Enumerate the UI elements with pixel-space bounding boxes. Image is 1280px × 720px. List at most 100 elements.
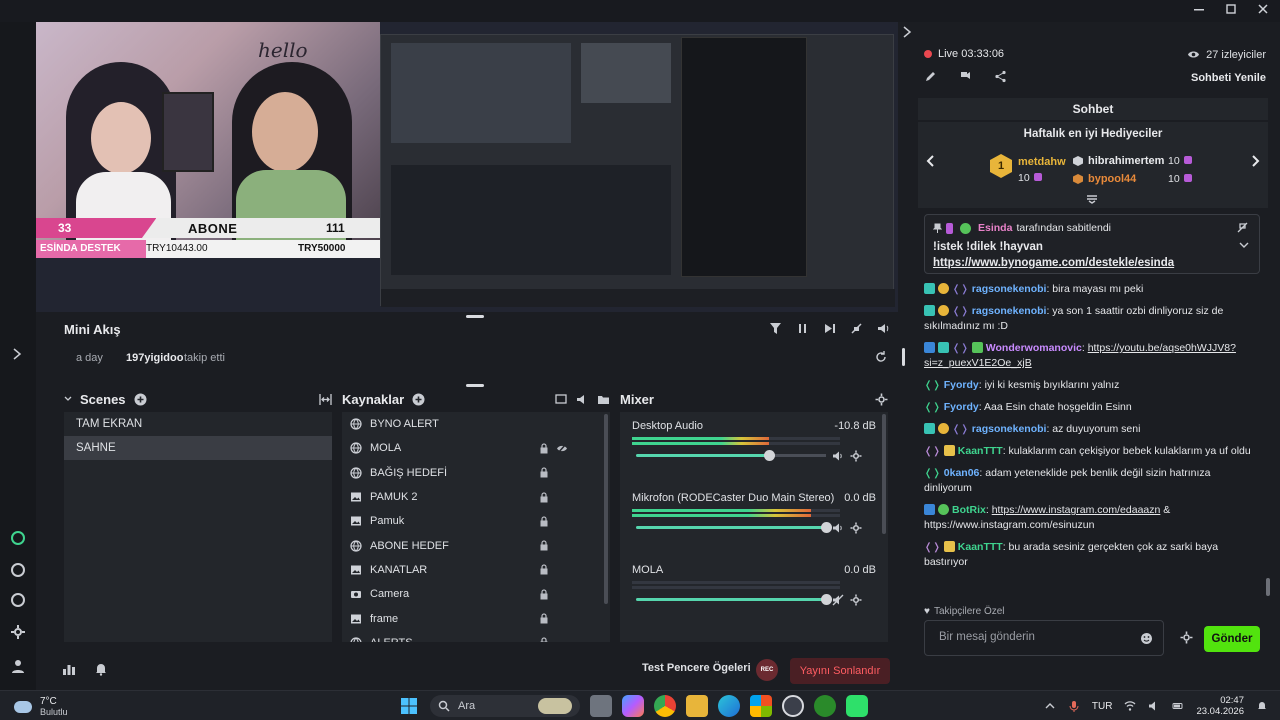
prev-arrow-icon[interactable] bbox=[924, 154, 938, 168]
folder-icon[interactable] bbox=[597, 393, 610, 406]
stats-icon[interactable] bbox=[62, 662, 76, 676]
collapse-icon[interactable] bbox=[64, 395, 72, 403]
volume-knob[interactable] bbox=[821, 522, 832, 533]
expand-pin-icon[interactable] bbox=[1239, 241, 1249, 249]
channel-settings-icon[interactable] bbox=[850, 594, 862, 606]
share-icon[interactable] bbox=[994, 70, 1007, 83]
close-icon[interactable] bbox=[1256, 2, 1270, 16]
minimize-icon[interactable] bbox=[1192, 2, 1206, 16]
add-scene-icon[interactable] bbox=[134, 393, 147, 406]
volume-slider[interactable] bbox=[636, 522, 832, 533]
volume-knob[interactable] bbox=[821, 594, 832, 605]
sources-scrollbar[interactable] bbox=[604, 414, 608, 604]
source-item[interactable]: ALERTS bbox=[342, 631, 610, 642]
stream-preview[interactable]: hello 33 ABONE 111 ESİNDA DESTEK TRY1044… bbox=[36, 22, 898, 312]
scene-item-active[interactable]: SAHNE bbox=[64, 436, 332, 460]
source-item[interactable]: MOLA bbox=[342, 436, 610, 460]
speaker-icon[interactable] bbox=[832, 522, 844, 534]
chat-username[interactable]: ragsonekenobi bbox=[972, 283, 1047, 295]
notifications-icon[interactable] bbox=[1256, 700, 1268, 712]
chat-username[interactable]: ragsonekenobi bbox=[972, 305, 1047, 317]
lock-icon[interactable] bbox=[539, 443, 549, 454]
record-button[interactable]: REC bbox=[756, 659, 778, 681]
tray-chevron-icon[interactable] bbox=[1044, 700, 1056, 712]
source-item[interactable]: BYNO ALERT bbox=[342, 412, 610, 436]
edit-icon[interactable] bbox=[924, 70, 937, 83]
store-icon[interactable] bbox=[750, 695, 772, 717]
chat-input[interactable] bbox=[939, 631, 1139, 643]
chat-username[interactable]: BotRix bbox=[952, 504, 986, 516]
wifi-icon[interactable] bbox=[1124, 700, 1136, 712]
hidden-eye-icon[interactable] bbox=[556, 443, 568, 454]
refresh-chat-button[interactable]: Sohbeti Yenile bbox=[1191, 72, 1266, 84]
unpin-icon[interactable] bbox=[1237, 222, 1248, 233]
notification-bell-icon[interactable] bbox=[94, 662, 108, 676]
file-explorer-icon[interactable] bbox=[686, 695, 708, 717]
pause-icon[interactable] bbox=[796, 322, 809, 335]
chat-username[interactable]: KaanTTT bbox=[958, 445, 1003, 457]
emoji-icon[interactable] bbox=[1140, 632, 1153, 645]
lock-icon[interactable] bbox=[539, 564, 549, 575]
start-icon[interactable] bbox=[398, 695, 420, 717]
source-item[interactable]: Camera bbox=[342, 582, 610, 606]
keyboard-language[interactable]: TUR bbox=[1092, 701, 1113, 712]
profile-icon[interactable] bbox=[10, 658, 26, 674]
plugin-icon[interactable] bbox=[10, 562, 26, 578]
pinned-by-user[interactable]: Esinda bbox=[978, 222, 1012, 234]
volume-icon[interactable] bbox=[877, 322, 890, 335]
weather-widget[interactable]: 7°C Bulutlu bbox=[14, 696, 68, 717]
settings-icon[interactable] bbox=[10, 624, 26, 640]
next-arrow-icon[interactable] bbox=[1248, 154, 1262, 168]
volume-slider[interactable] bbox=[636, 594, 832, 605]
channel-settings-icon[interactable] bbox=[850, 450, 862, 462]
taskbar-search[interactable]: Ara bbox=[430, 695, 580, 717]
source-layout-icon[interactable] bbox=[555, 393, 568, 406]
volume-slider[interactable] bbox=[636, 450, 826, 461]
mixer-settings-icon[interactable] bbox=[875, 393, 888, 406]
lock-icon[interactable] bbox=[539, 637, 549, 642]
expand-chevron-icon[interactable] bbox=[12, 348, 22, 360]
streaming-app-icon[interactable] bbox=[846, 695, 868, 717]
source-item[interactable]: frame bbox=[342, 606, 610, 630]
source-item[interactable]: BAĞIŞ HEDEFİ bbox=[342, 461, 610, 485]
lock-icon[interactable] bbox=[539, 467, 549, 478]
send-button[interactable]: Gönder bbox=[1204, 626, 1260, 652]
replay-icon[interactable] bbox=[874, 350, 888, 364]
chat-settings-icon[interactable] bbox=[1180, 631, 1193, 644]
obs-icon[interactable] bbox=[782, 695, 804, 717]
audio-source-icon[interactable] bbox=[576, 393, 589, 406]
vertical-resize-handle[interactable] bbox=[902, 348, 905, 366]
activity-item[interactable]: a day 197yigidoo takip etti bbox=[64, 348, 898, 368]
test-widgets-button[interactable]: Test Pencere Ögeleri bbox=[642, 662, 751, 674]
filter-icon[interactable] bbox=[769, 322, 782, 335]
extension-icon[interactable] bbox=[10, 592, 26, 608]
chat-username[interactable]: 0kan06 bbox=[944, 467, 980, 479]
chat-scrollbar[interactable] bbox=[1266, 578, 1270, 596]
collapse-gifters-icon[interactable] bbox=[1086, 194, 1098, 204]
chat-input-box[interactable] bbox=[924, 620, 1164, 656]
lock-icon[interactable] bbox=[539, 540, 549, 551]
lock-icon[interactable] bbox=[539, 491, 549, 503]
chat-username[interactable]: KaanTTT bbox=[958, 541, 1003, 553]
add-source-icon[interactable] bbox=[412, 393, 425, 406]
gifter-third-name[interactable]: bypool44 bbox=[1088, 173, 1136, 185]
chrome-icon[interactable] bbox=[654, 695, 676, 717]
channel-settings-icon[interactable] bbox=[850, 522, 862, 534]
scene-item[interactable]: TAM EKRAN bbox=[64, 412, 332, 436]
chat-username[interactable]: ragsonekenobi bbox=[972, 423, 1047, 435]
muted-speaker-icon[interactable] bbox=[832, 594, 844, 606]
chat-username[interactable]: Wonderwomanovic bbox=[986, 342, 1082, 354]
integration-icon[interactable] bbox=[10, 530, 26, 546]
volume-knob[interactable] bbox=[764, 450, 775, 461]
gifter-second-name[interactable]: hibrahimertem bbox=[1088, 155, 1164, 167]
panel-resize-handle[interactable] bbox=[466, 384, 484, 387]
lock-icon[interactable] bbox=[539, 589, 549, 600]
edge-icon[interactable] bbox=[718, 695, 740, 717]
xbox-icon[interactable] bbox=[814, 695, 836, 717]
lock-icon[interactable] bbox=[539, 613, 549, 624]
microphone-icon[interactable] bbox=[1068, 700, 1080, 712]
chat-username[interactable]: Fyordy bbox=[944, 379, 979, 391]
speaker-icon[interactable] bbox=[832, 450, 844, 462]
chat-username[interactable]: Fyordy bbox=[944, 401, 979, 413]
chat-link[interactable]: https://www.instagram.com/edaaazn bbox=[992, 504, 1161, 516]
